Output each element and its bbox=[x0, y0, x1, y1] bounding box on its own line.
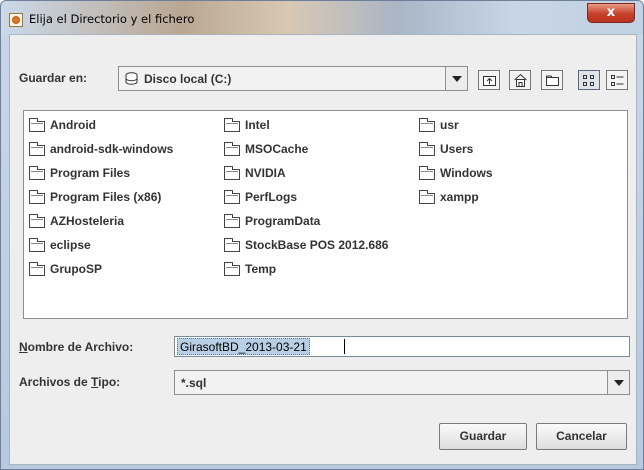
folder-name: eclipse bbox=[50, 238, 91, 252]
folder-icon bbox=[29, 214, 45, 228]
folder-icon bbox=[29, 166, 45, 180]
look-in-label: Guardar en: bbox=[19, 71, 88, 85]
folder-name: StockBase POS 2012.686 bbox=[245, 238, 389, 252]
file-name-label-mnemonic: N bbox=[19, 340, 28, 354]
folder-icon bbox=[419, 118, 435, 132]
folder-up-icon bbox=[483, 76, 496, 86]
file-name-selected-text: GirasoftBD_2013-03-21 bbox=[177, 338, 310, 355]
folder-icon bbox=[224, 142, 240, 156]
file-list[interactable]: Android android-sdk-windows Program File… bbox=[23, 110, 628, 319]
folder-icon bbox=[224, 262, 240, 276]
file-name-input[interactable]: GirasoftBD_2013-03-21 bbox=[174, 336, 630, 357]
new-folder-button[interactable] bbox=[541, 70, 563, 90]
close-button[interactable]: x bbox=[587, 3, 635, 23]
file-name-label-text: ombre de Archivo: bbox=[27, 340, 134, 354]
save-button[interactable]: Guardar bbox=[439, 423, 527, 450]
list-view-button[interactable] bbox=[578, 70, 600, 90]
chevron-down-icon bbox=[452, 76, 462, 82]
list-view-icon bbox=[583, 75, 594, 86]
folder-name: Android bbox=[50, 118, 96, 132]
file-type-label: Archivos de Tipo: bbox=[19, 375, 120, 389]
java-app-icon bbox=[9, 13, 23, 27]
folder-icon bbox=[224, 238, 240, 252]
folder-name: Windows bbox=[440, 166, 493, 180]
folder-icon bbox=[29, 118, 45, 132]
cancel-button[interactable]: Cancelar bbox=[536, 423, 627, 450]
folder-icon bbox=[224, 190, 240, 204]
folder-name: usr bbox=[440, 118, 459, 132]
folder-name: AZHosteleria bbox=[50, 214, 125, 228]
new-folder-icon bbox=[546, 75, 559, 86]
file-type-label-prefix: Archivos de bbox=[19, 375, 92, 389]
folder-icon bbox=[29, 190, 45, 204]
details-view-button[interactable] bbox=[606, 70, 628, 90]
look-in-value: Disco local (C:) bbox=[144, 72, 232, 86]
file-chooser-window: Elija el Directorio y el fichero x Guard… bbox=[0, 0, 644, 470]
folder-name: Users bbox=[440, 142, 474, 156]
look-in-combobox[interactable]: Disco local (C:) bbox=[118, 66, 468, 91]
folder-name: Intel bbox=[245, 118, 270, 132]
file-type-value: *.sql bbox=[181, 376, 207, 390]
file-name-label: Nombre de Archivo: bbox=[19, 340, 133, 354]
folder-name: PerfLogs bbox=[245, 190, 298, 204]
look-in-dropdown-button[interactable] bbox=[445, 67, 467, 90]
folder-icon bbox=[419, 166, 435, 180]
folder-icon bbox=[224, 214, 240, 228]
folder-name: MSOCache bbox=[245, 142, 309, 156]
folder-name: GrupoSP bbox=[50, 262, 103, 276]
chevron-down-icon bbox=[614, 380, 624, 386]
folder-icon bbox=[224, 118, 240, 132]
folder-name: xampp bbox=[440, 190, 479, 204]
home-button[interactable] bbox=[509, 70, 531, 90]
window-title: Elija el Directorio y el fichero bbox=[29, 12, 195, 26]
dialog-body: Guardar en: Disco local (C:) Android and… bbox=[9, 34, 637, 465]
folder-icon bbox=[29, 262, 45, 276]
file-type-dropdown-button[interactable] bbox=[607, 371, 629, 394]
text-caret bbox=[344, 339, 345, 354]
folder-icon bbox=[29, 238, 45, 252]
drive-icon bbox=[125, 72, 138, 85]
folder-name: NVIDIA bbox=[245, 166, 286, 180]
folder-name: android-sdk-windows bbox=[50, 142, 174, 156]
file-type-label-text: ipo: bbox=[98, 375, 121, 389]
folder-name: Program Files (x86) bbox=[50, 190, 162, 204]
folder-name: ProgramData bbox=[245, 214, 321, 228]
file-type-combobox[interactable]: *.sql bbox=[174, 370, 630, 395]
details-view-icon bbox=[611, 75, 624, 86]
folder-name: Program Files bbox=[50, 166, 131, 180]
up-one-level-button[interactable] bbox=[478, 70, 500, 90]
folder-icon bbox=[419, 142, 435, 156]
folder-icon bbox=[224, 166, 240, 180]
folder-icon bbox=[419, 190, 435, 204]
folder-icon bbox=[29, 142, 45, 156]
folder-name: Temp bbox=[245, 262, 277, 276]
title-bar[interactable]: Elija el Directorio y el fichero x bbox=[1, 1, 643, 35]
home-icon bbox=[514, 73, 527, 87]
